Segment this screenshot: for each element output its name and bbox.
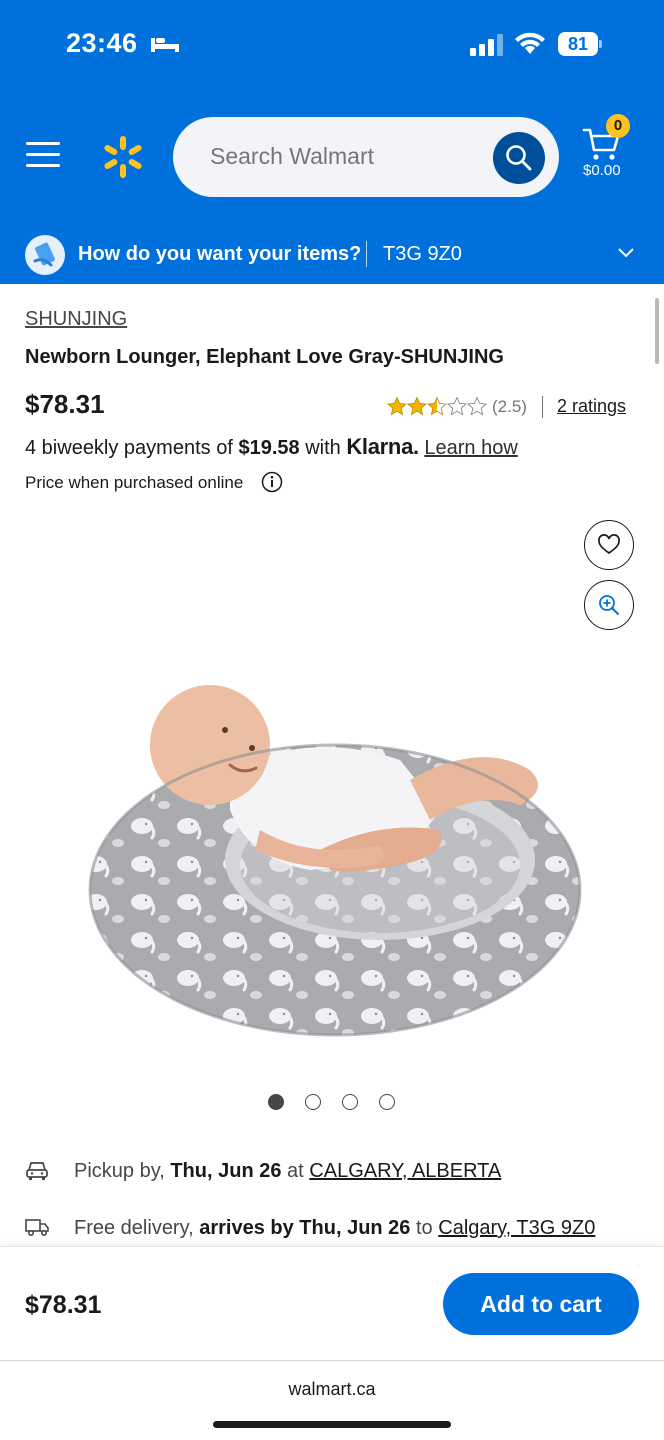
pickup-at: at	[287, 1160, 304, 1182]
heart-icon	[598, 534, 620, 555]
carousel-dot[interactable]	[342, 1094, 358, 1110]
brand-link[interactable]: SHUNJING	[25, 308, 127, 331]
postal-code: T3G 9Z0	[383, 243, 462, 265]
klarna-logo: Klarna.	[346, 434, 419, 459]
delivery-info: Free delivery, arrives by Thu, Jun 26 to…	[25, 1215, 655, 1245]
favorite-button[interactable]	[584, 520, 634, 570]
rating-value: (2.5)	[492, 397, 527, 416]
home-indicator[interactable]	[213, 1421, 451, 1428]
product-image[interactable]	[80, 660, 590, 1050]
fulfillment-icon	[25, 235, 65, 275]
star-rating-icon	[387, 397, 487, 416]
sticky-price: $78.31	[25, 1291, 102, 1319]
image-carousel-dots	[268, 1094, 395, 1110]
klarna-payment-info: 4 biweekly payments of $19.58 with Klarn…	[25, 434, 518, 460]
zoom-in-icon	[599, 595, 619, 615]
klarna-with: with	[305, 437, 341, 459]
klarna-prefix: 4 biweekly payments of	[25, 437, 233, 459]
hamburger-menu-icon[interactable]	[26, 140, 60, 170]
search-input[interactable]: Search Walmart	[173, 117, 559, 197]
chevron-down-icon[interactable]	[616, 246, 636, 265]
product-price: $78.31	[25, 389, 105, 419]
pickup-prefix: Pickup by,	[74, 1160, 165, 1182]
delivery-location-link[interactable]: Calgary, T3G 9Z0	[438, 1217, 595, 1239]
app-header: 23:46 81 Search Walmart 0 $0.00 How do y…	[0, 0, 664, 284]
battery-indicator: 81	[558, 32, 602, 56]
cellular-signal-icon	[470, 34, 504, 61]
walmart-spark-logo[interactable]	[100, 134, 146, 185]
sticky-add-to-cart-bar: $78.31 Add to cart	[0, 1246, 664, 1360]
delivery-to: to	[416, 1217, 433, 1239]
status-bar: 23:46 81	[0, 0, 664, 90]
zoom-button[interactable]	[584, 580, 634, 630]
delivery-truck-icon	[25, 1217, 49, 1243]
delivery-location-selector[interactable]: How do you want your items? T3G 9Z0	[0, 228, 664, 284]
klarna-amount: $19.58	[238, 437, 300, 459]
delivery-question: How do you want your items?	[78, 243, 362, 265]
status-time: 23:46	[66, 28, 138, 58]
carousel-dot[interactable]	[379, 1094, 395, 1110]
info-icon[interactable]	[261, 471, 283, 498]
wifi-icon	[514, 32, 546, 61]
scroll-indicator	[655, 298, 659, 364]
cart-count-badge: 0	[606, 114, 630, 138]
delivery-date: arrives by Thu, Jun 26	[199, 1217, 411, 1239]
klarna-learn-how-link[interactable]: Learn how	[424, 437, 517, 459]
carousel-dot[interactable]	[305, 1094, 321, 1110]
cart-total: $0.00	[583, 162, 621, 179]
star-rating[interactable]	[387, 396, 487, 418]
carousel-dot[interactable]	[268, 1094, 284, 1110]
search-placeholder: Search Walmart	[210, 143, 375, 169]
delivery-prefix: Free delivery,	[74, 1217, 194, 1239]
sleep-focus-icon	[150, 34, 180, 59]
browser-url[interactable]: walmart.ca	[0, 1379, 664, 1400]
add-to-cart-button[interactable]: Add to cart	[443, 1273, 639, 1335]
price-note: Price when purchased online	[25, 473, 244, 492]
cart-button[interactable]: 0 $0.00	[580, 114, 642, 188]
browser-address-bar[interactable]: walmart.ca	[0, 1360, 664, 1440]
car-icon	[25, 1160, 49, 1188]
battery-level: 81	[558, 32, 598, 56]
pickup-store-link[interactable]: CALGARY, ALBERTA	[309, 1160, 501, 1182]
search-icon	[506, 145, 532, 171]
search-button[interactable]	[493, 132, 545, 184]
product-title: Newborn Lounger, Elephant Love Gray-SHUN…	[25, 346, 504, 368]
pickup-info: Pickup by, Thu, Jun 26 at CALGARY, ALBER…	[25, 1158, 655, 1188]
nav-row: Search Walmart 0 $0.00	[0, 112, 664, 202]
pickup-date: Thu, Jun 26	[170, 1160, 282, 1182]
ratings-count-link[interactable]: 2 ratings	[557, 396, 626, 417]
